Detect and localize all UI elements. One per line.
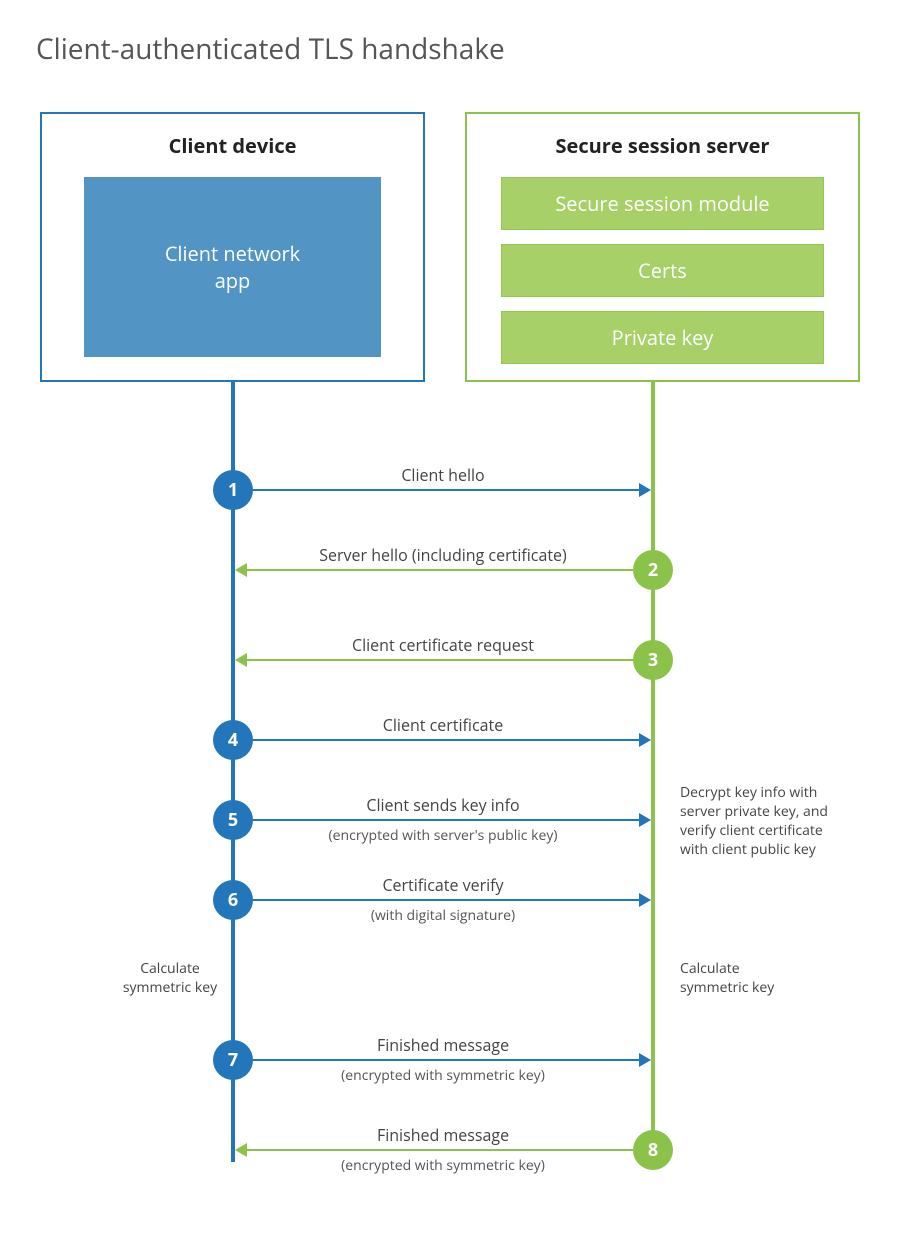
step-6-circle: 6 [213,880,253,920]
step-8-circle: 8 [633,1130,673,1170]
step-2-label: Server hello (including certificate) [253,544,633,566]
server-box: Secure session server Secure session mod… [465,112,860,382]
server-box-title: Secure session server [491,132,834,159]
client-network-app-box: Client networkapp [84,177,381,357]
server-module-certs: Certs [501,244,824,297]
step-3-arrow [237,659,633,661]
step-2-arrow [237,569,633,571]
server-lifeline [651,382,655,1162]
step-7-arrow [253,1059,649,1061]
client-network-app-label: Client networkapp [165,240,300,294]
step-5-arrow [253,819,649,821]
step-4-label: Client certificate [253,714,633,736]
step-8-label: Finished message [253,1124,633,1146]
step-1-arrow [253,489,649,491]
server-decrypt-note: Decrypt key info withserver private key,… [680,784,870,860]
step-1-label: Client hello [253,464,633,486]
step-4-circle: 4 [213,720,253,760]
step-8-arrow [237,1149,633,1151]
server-module-private-key: Private key [501,311,824,364]
step-6-arrow [253,899,649,901]
step-1-circle: 1 [213,470,253,510]
step-8-sublabel: (encrypted with symmetric key) [253,1156,633,1175]
step-7-label: Finished message [253,1034,633,1056]
server-module-session: Secure session module [501,177,824,230]
client-calc-note: Calculatesymmetric key [110,960,230,998]
step-3-circle: 3 [633,640,673,680]
step-6-sublabel: (with digital signature) [253,906,633,925]
step-6-label: Certificate verify [253,874,633,896]
step-5-sublabel: (encrypted with server's public key) [253,826,633,845]
server-calc-note: Calculatesymmetric key [680,960,830,998]
step-5-label: Client sends key info [253,794,633,816]
step-3-label: Client certificate request [253,634,633,656]
step-7-sublabel: (encrypted with symmetric key) [253,1066,633,1085]
client-device-title: Client device [66,132,399,159]
step-4-arrow [253,739,649,741]
step-5-circle: 5 [213,800,253,840]
step-2-circle: 2 [633,550,673,590]
client-device-box: Client device Client networkapp [40,112,425,382]
step-7-circle: 7 [213,1040,253,1080]
diagram-title: Client-authenticated TLS handshake [36,30,505,68]
